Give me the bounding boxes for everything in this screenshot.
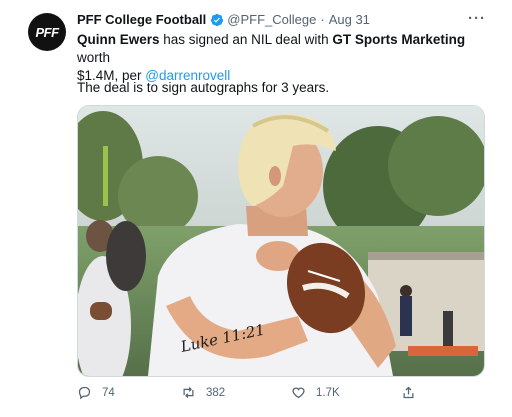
tweet-photo[interactable]: Luke 11:21 — [77, 105, 485, 377]
like-icon — [292, 387, 305, 399]
tweet-text-second-paragraph: The deal is to sign autographs for 3 yea… — [77, 80, 330, 95]
header-separator: · — [320, 12, 325, 27]
avatar-logo-text: PFF — [35, 24, 59, 40]
tweet-date[interactable]: Aug 31 — [329, 12, 370, 27]
share-button[interactable] — [401, 385, 426, 400]
company-name: GT Sports Marketing — [332, 32, 466, 47]
account-handle[interactable]: @PFF_College — [227, 12, 316, 27]
tweet-text-part: worth — [77, 50, 111, 65]
tweet-card[interactable]: PFF PFF College Football @PFF_College · … — [0, 0, 512, 417]
verified-badge-icon — [211, 13, 224, 26]
reply-button[interactable]: 74 — [77, 385, 115, 400]
like-button[interactable]: 1.7K — [291, 385, 340, 400]
tweet-text: Quinn Ewers has signed an NIL deal with … — [77, 31, 477, 85]
reply-icon — [78, 386, 91, 400]
retweet-icon — [183, 387, 194, 398]
tweet-header: PFF College Football @PFF_College · Aug … — [77, 12, 370, 27]
tweet-text-part: has signed an NIL deal with — [159, 32, 333, 47]
player-name: Quinn Ewers — [77, 32, 160, 47]
account-name[interactable]: PFF College Football — [77, 12, 206, 27]
like-count: 1.7K — [316, 386, 340, 399]
more-options-button[interactable]: ··· — [468, 10, 486, 27]
share-icon — [403, 386, 414, 399]
photo-illustration: Luke 11:21 — [78, 106, 484, 376]
retweet-count: 382 — [206, 386, 226, 399]
action-bar: 74 382 1.7K — [0, 385, 512, 405]
avatar[interactable]: PFF — [28, 13, 66, 51]
retweet-button[interactable]: 382 — [181, 385, 225, 400]
reply-count: 74 — [102, 386, 115, 399]
